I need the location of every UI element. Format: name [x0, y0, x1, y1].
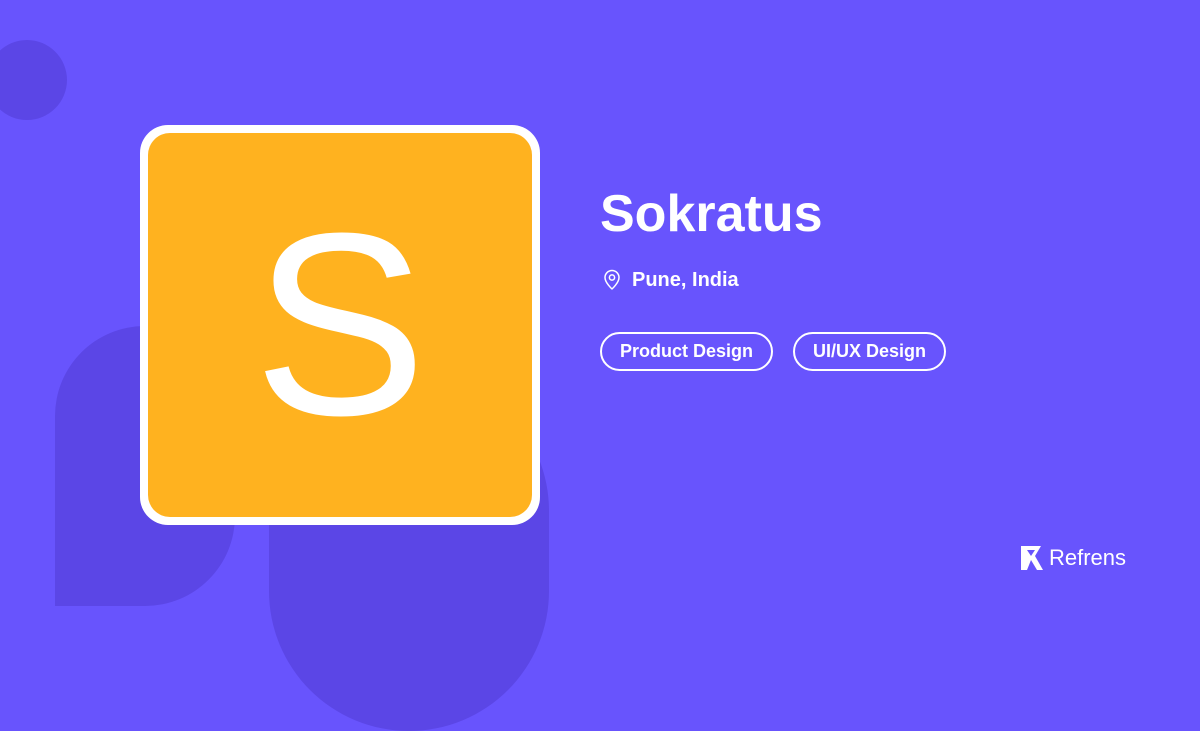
tag-product-design[interactable]: Product Design [600, 332, 774, 371]
location-pin-icon [600, 268, 624, 292]
decorative-circle [0, 40, 67, 120]
avatar-initial: S [148, 133, 532, 517]
brand-logo: Refrens [1019, 544, 1126, 572]
tag-ui-ux-design[interactable]: UI/UX Design [793, 332, 947, 371]
location-text: Pune, India [632, 268, 739, 291]
brand-name: Refrens [1049, 545, 1127, 570]
profile-name: Sokratus [600, 185, 823, 243]
avatar: S [140, 125, 540, 525]
refrens-logo-icon [1019, 544, 1045, 572]
skill-tags: Product Design UI/UX Design [600, 332, 947, 371]
profile-info: Sokratus Pune, India Product Design UI/U… [600, 180, 947, 371]
profile-location: Pune, India [600, 268, 946, 292]
